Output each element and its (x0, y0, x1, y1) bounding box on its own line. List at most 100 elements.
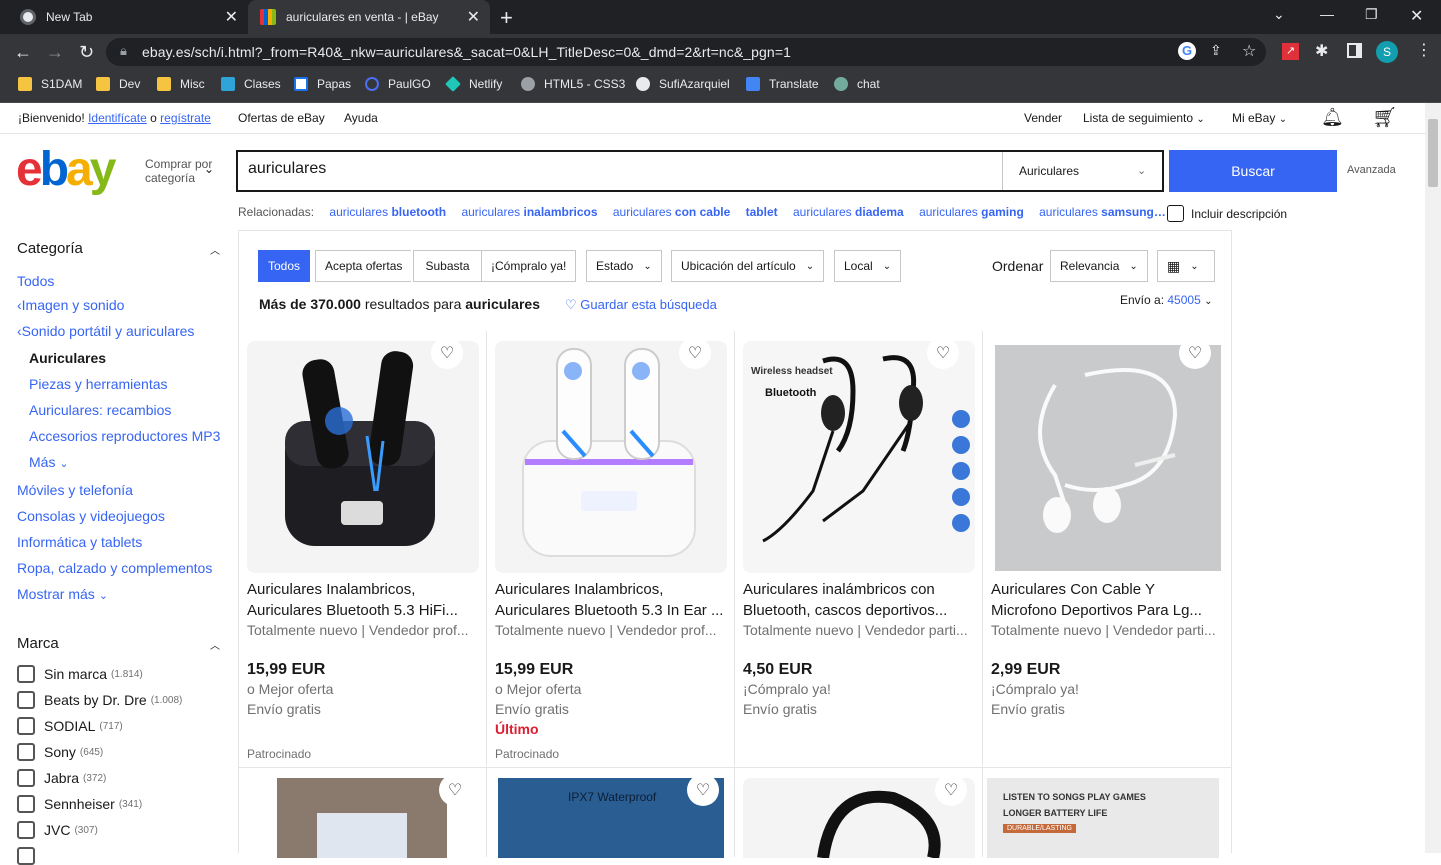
checkbox[interactable] (17, 769, 35, 787)
related-link[interactable]: tablet (746, 205, 778, 219)
extension-red-icon[interactable]: ↗ (1282, 43, 1299, 60)
category-heading[interactable]: Categoría (17, 240, 83, 257)
google-icon[interactable]: G (1178, 42, 1196, 60)
bookmark[interactable]: Dev (96, 77, 140, 91)
search-button[interactable]: Buscar (1169, 150, 1337, 192)
bell-icon[interactable]: 🔔︎ (1321, 107, 1344, 128)
minimize-icon[interactable]: — (1320, 6, 1334, 22)
product-card[interactable]: ♡ (735, 767, 983, 858)
product-card[interactable]: ♡ Auriculares Inalambricos, Auriculares … (487, 331, 735, 766)
category-link[interactable]: Consolas y videojuegos (17, 508, 165, 524)
tab-search-icon[interactable]: ⌄ (1273, 6, 1285, 23)
close-icon[interactable]: ✕ (225, 7, 238, 27)
bookmark[interactable]: PaulGO (365, 77, 431, 91)
more-link[interactable]: Más ⌄ (29, 454, 69, 470)
category-link[interactable]: Auriculares: recambios (29, 402, 171, 418)
heart-icon[interactable]: ♡ (927, 337, 959, 369)
product-image[interactable] (495, 341, 727, 573)
deals-link[interactable]: Ofertas de eBay (238, 111, 325, 125)
related-link[interactable]: auriculares inalambricos (461, 205, 597, 219)
view-toggle[interactable]: ▦ ⌄ (1157, 250, 1215, 282)
bookmark[interactable]: Misc (157, 77, 205, 91)
back-icon[interactable]: ← (14, 42, 32, 63)
dropdown-location[interactable]: Ubicación del artículo ⌄ (671, 250, 825, 282)
checkbox[interactable] (17, 821, 35, 839)
checkbox[interactable] (17, 665, 35, 683)
brand-filter[interactable]: SODIAL (717) (17, 717, 123, 735)
product-image[interactable]: LISTEN TO SONGS PLAY GAMES LONGER BATTER… (987, 778, 1219, 858)
dropdown-local[interactable]: Local ⌄ (834, 250, 902, 282)
search-input[interactable] (248, 160, 988, 178)
category-link[interactable]: Accesorios reproductores MP3 (29, 428, 220, 444)
ebay-logo[interactable]: ebay (16, 146, 116, 194)
heart-icon[interactable]: ♡ (439, 774, 471, 806)
category-link[interactable]: Ropa, calzado y complementos (17, 560, 212, 576)
category-link[interactable]: Todos (17, 273, 54, 289)
cart-icon[interactable]: 🛒︎ (1372, 105, 1397, 130)
product-image[interactable] (247, 341, 479, 573)
heart-icon[interactable]: ♡ (1179, 337, 1211, 369)
brand-filter[interactable]: Sin marca (1.814) (17, 665, 143, 683)
related-link[interactable]: auriculares con cable (613, 205, 730, 219)
category-link[interactable]: Informática y tablets (17, 534, 142, 550)
product-title[interactable]: Auriculares Inalambricos, Auriculares Bl… (495, 579, 727, 621)
product-card[interactable]: Wireless headset Bluetooth ♡ Auriculares… (735, 331, 983, 766)
scrollbar[interactable] (1425, 103, 1441, 853)
brand-filter[interactable] (17, 847, 44, 865)
product-card[interactable]: LISTEN TO SONGS PLAY GAMES LONGER BATTER… (983, 767, 1231, 858)
tab-new-tab[interactable]: New Tab ✕ (8, 0, 248, 34)
include-description[interactable]: Incluir descripción (1167, 205, 1287, 222)
brand-filter[interactable]: Sennheiser (341) (17, 795, 142, 813)
share-icon[interactable]: ⇪ (1210, 42, 1222, 59)
bookmark[interactable]: SufiAzarquiel (636, 77, 730, 91)
filter-all[interactable]: Todos (258, 250, 311, 282)
related-link[interactable]: auriculares gaming (919, 205, 1024, 219)
advanced-link[interactable]: Avanzada (1347, 164, 1396, 176)
forward-icon[interactable]: → (46, 42, 64, 63)
category-link[interactable]: ‹Imagen y sonido (17, 297, 124, 313)
related-link[interactable]: auriculares diadema (793, 205, 904, 219)
sidepanel-icon[interactable] (1347, 43, 1362, 58)
related-link[interactable]: auriculares bluetooth (329, 205, 446, 219)
chevron-up-icon[interactable]: ︿ (210, 637, 220, 652)
checkbox[interactable] (17, 743, 35, 761)
brand-filter[interactable]: JVC (307) (17, 821, 98, 839)
bookmark[interactable]: Clases (221, 77, 281, 91)
filter-auction[interactable]: Subasta (413, 250, 481, 282)
star-icon[interactable]: ☆ (1242, 41, 1256, 61)
heart-icon[interactable]: ♡ (431, 337, 463, 369)
scrollbar-thumb[interactable] (1428, 119, 1438, 187)
show-more-link[interactable]: Mostrar más ⌄ (17, 586, 108, 602)
address-bar[interactable]: 🔒︎ ebay.es/sch/i.html?_from=R40&_nkw=aur… (106, 38, 1266, 66)
brand-filter[interactable]: Beats by Dr. Dre (1.008) (17, 691, 182, 709)
bookmark[interactable]: Papas (294, 77, 351, 91)
window-close-icon[interactable]: ✕ (1410, 6, 1423, 26)
product-card[interactable]: ♡ (239, 767, 487, 858)
filter-offers[interactable]: Acepta ofertas (315, 250, 412, 282)
puzzle-icon[interactable]: ✱ (1315, 41, 1328, 61)
checkbox[interactable] (17, 717, 35, 735)
product-image[interactable] (995, 345, 1221, 571)
product-card[interactable]: ♡ Auriculares Inalambricos, Auriculares … (239, 331, 487, 766)
save-search[interactable]: ♡ Guardar esta búsqueda (565, 297, 717, 313)
bookmark[interactable]: HTML5 - CSS3 (521, 77, 625, 91)
related-link[interactable]: auriculares samsung… (1039, 205, 1166, 219)
product-image[interactable] (277, 778, 447, 858)
myebay-link[interactable]: Mi eBay ⌄ (1232, 111, 1287, 125)
category-link[interactable]: Piezas y herramientas (29, 376, 168, 392)
signin-link[interactable]: Identifícate (88, 111, 147, 125)
category-link[interactable]: ‹Sonido portátil y auriculares (17, 323, 194, 339)
brand-heading[interactable]: Marca (17, 635, 59, 652)
sell-link[interactable]: Vender (1024, 111, 1062, 125)
bookmark[interactable]: Netlify (445, 76, 502, 92)
product-title[interactable]: Auriculares Inalambricos, Auriculares Bl… (247, 579, 479, 621)
filter-buynow[interactable]: ¡Cómpralo ya! (481, 250, 577, 282)
bookmark[interactable]: Translate (746, 77, 819, 91)
checkbox[interactable] (17, 691, 35, 709)
chevron-up-icon[interactable]: ︿ (210, 242, 220, 257)
checkbox[interactable] (17, 795, 35, 813)
menu-icon[interactable]: ⋮ (1416, 40, 1432, 60)
help-link[interactable]: Ayuda (344, 111, 378, 125)
ship-to[interactable]: Envío a: 45005 ⌄ (1120, 293, 1212, 307)
register-link[interactable]: regístrate (160, 111, 211, 125)
